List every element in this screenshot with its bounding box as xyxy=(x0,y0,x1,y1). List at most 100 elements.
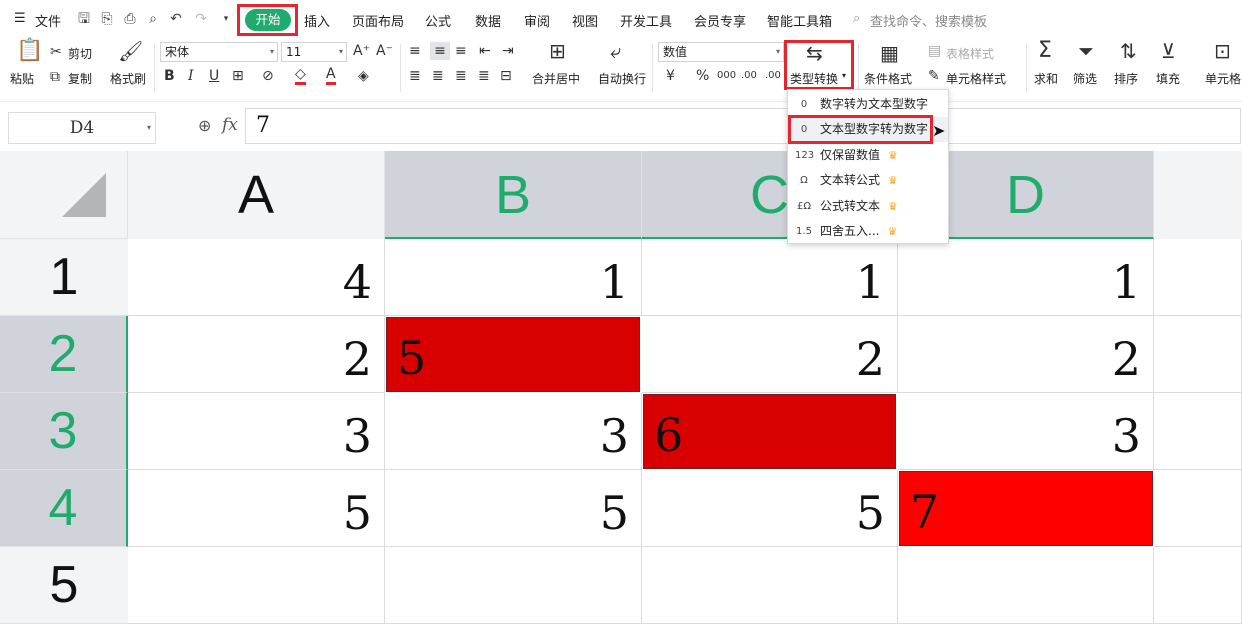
print-preview-icon[interactable]: ⌕ xyxy=(145,11,161,27)
search-command-input[interactable]: 查找命令、搜索模板 xyxy=(870,11,987,30)
formula-input[interactable]: 7 xyxy=(245,108,1241,144)
cell-a3[interactable]: 3 xyxy=(128,393,385,470)
menu-item-number-to-text[interactable]: 0 数字转为文本型数字 xyxy=(788,92,948,117)
sort-icon[interactable]: ⇅ xyxy=(1120,41,1137,61)
bold-icon[interactable]: B xyxy=(164,67,175,85)
font-name-select[interactable]: 宋体 ▾ xyxy=(160,42,278,62)
scissors-icon[interactable]: ✂ xyxy=(50,43,62,61)
wrap-text-button[interactable]: 自动换行 xyxy=(598,70,646,87)
tab-view[interactable]: 视图 xyxy=(572,11,598,30)
tab-insert[interactable]: 插入 xyxy=(304,11,330,30)
tab-data[interactable]: 数据 xyxy=(475,11,501,30)
zoom-icon[interactable]: ⊕ xyxy=(198,116,211,135)
filter-icon[interactable]: ⏷ xyxy=(1078,41,1094,61)
column-header-a[interactable]: A xyxy=(128,151,385,239)
cell-b4[interactable]: 5 xyxy=(385,470,642,547)
tab-page-layout[interactable]: 页面布局 xyxy=(352,11,404,30)
wrap-text-icon[interactable]: ⤶ xyxy=(610,41,621,61)
row-header-1[interactable]: 1 xyxy=(0,239,128,316)
align-left-icon[interactable]: ≣ xyxy=(409,67,421,85)
search-icon[interactable]: ⌕ xyxy=(853,11,860,26)
cell-e1[interactable] xyxy=(1154,239,1242,316)
sort-button[interactable]: 排序 xyxy=(1114,70,1138,87)
font-size-select[interactable]: 11 ▾ xyxy=(281,42,347,62)
decrease-font-icon[interactable]: A⁻ xyxy=(376,42,393,60)
cell-d4[interactable]: 7 xyxy=(899,471,1153,546)
save-icon[interactable]: 🖫 xyxy=(76,11,92,27)
print-icon[interactable]: ⎙ xyxy=(122,11,138,27)
tab-developer[interactable]: 开发工具 xyxy=(620,11,672,30)
merge-center-button[interactable]: 合并居中 xyxy=(532,70,580,87)
cell-a4[interactable]: 5 xyxy=(128,470,385,547)
type-convert-icon[interactable]: ⇆ xyxy=(806,43,823,63)
cell-d2[interactable]: 2 xyxy=(898,316,1154,393)
conditional-format-icon[interactable]: ▦ xyxy=(880,43,899,63)
indent-decrease-icon[interactable]: ⇤ xyxy=(479,42,491,60)
thousands-button[interactable]: 000 xyxy=(717,67,736,85)
cell-b1[interactable]: 1 xyxy=(385,239,642,316)
align-middle-icon[interactable]: ≡ xyxy=(430,42,450,60)
row-header-4[interactable]: 4 xyxy=(0,470,128,547)
cell-style-icon[interactable]: ✎ xyxy=(928,67,940,85)
tab-home[interactable]: 开始 xyxy=(245,9,291,31)
underline-icon[interactable]: U xyxy=(209,67,219,85)
cell-c1[interactable]: 1 xyxy=(642,239,898,316)
file-menu[interactable]: 文件 xyxy=(35,11,61,30)
eraser-icon[interactable]: ◈ xyxy=(358,67,369,85)
indent-increase-icon[interactable]: ⇥ xyxy=(502,42,514,60)
border-icon[interactable]: ⊞ xyxy=(232,67,244,85)
cell-e3[interactable] xyxy=(1154,393,1242,470)
cell-style-button[interactable]: 单元格样式 xyxy=(946,70,1006,87)
cell-c5[interactable] xyxy=(642,547,898,624)
tab-review[interactable]: 审阅 xyxy=(524,11,550,30)
cell-b2[interactable]: 5 xyxy=(386,317,640,392)
menu-item-round[interactable]: 1.5 四舍五入... ♛ xyxy=(788,219,948,244)
cell-b5[interactable] xyxy=(385,547,642,624)
paste-icon[interactable]: 📋 xyxy=(16,40,43,62)
menu-item-text-to-formula[interactable]: Ω 文本转公式 ♛ xyxy=(788,168,948,193)
quick-access-dropdown-icon[interactable]: ▾ xyxy=(218,11,234,27)
tab-formulas[interactable]: 公式 xyxy=(425,11,451,30)
cell-c3[interactable]: 6 xyxy=(643,394,896,469)
conditional-format-button[interactable]: 条件格式 xyxy=(864,70,912,87)
paste-button[interactable]: 粘贴 xyxy=(10,70,34,87)
format-painter-button[interactable]: 格式刷 xyxy=(110,70,146,87)
cell-e4[interactable] xyxy=(1154,470,1242,547)
cell-button[interactable]: 单元格 xyxy=(1205,70,1241,87)
filter-button[interactable]: 筛选 xyxy=(1073,70,1097,87)
fill-color-icon[interactable]: ◇ xyxy=(295,67,306,85)
chevron-down-icon[interactable]: ▾ xyxy=(842,71,846,80)
row-header-5[interactable]: 5 xyxy=(0,547,128,624)
decrease-decimal-button[interactable]: .00 xyxy=(765,67,781,85)
format-painter-icon[interactable]: 🖌 xyxy=(118,41,143,61)
justify-icon[interactable]: ≣ xyxy=(478,67,490,85)
cell-b3[interactable]: 3 xyxy=(385,393,642,470)
column-header-b[interactable]: B xyxy=(385,151,642,239)
cell-a5[interactable] xyxy=(128,547,385,624)
undo-icon[interactable]: ↶ xyxy=(168,11,184,27)
fill-icon[interactable]: ⊻ xyxy=(1161,41,1176,61)
distribute-icon[interactable]: ⊟ xyxy=(500,67,512,85)
name-box[interactable]: D4 ▾ xyxy=(8,112,156,144)
cell-c2[interactable]: 2 xyxy=(642,316,898,393)
increase-font-icon[interactable]: A⁺ xyxy=(353,42,370,60)
italic-icon[interactable]: I xyxy=(188,67,194,85)
font-color-icon[interactable]: A xyxy=(326,67,336,85)
export-pdf-icon[interactable]: ⎘ xyxy=(99,11,115,27)
align-center-icon[interactable]: ≣ xyxy=(432,67,444,85)
tab-smart-toolbox[interactable]: 智能工具箱 xyxy=(767,11,832,30)
increase-decimal-button[interactable]: .00 xyxy=(741,67,757,85)
percent-button[interactable]: % xyxy=(696,67,709,85)
menu-item-formula-to-text[interactable]: £Ω 公式转文本 ♛ xyxy=(788,194,948,219)
row-header-3[interactable]: 3 xyxy=(0,393,128,470)
fx-icon[interactable]: fx xyxy=(222,115,238,135)
fill-button[interactable]: 填充 xyxy=(1156,70,1180,87)
tab-member[interactable]: 会员专享 xyxy=(694,11,746,30)
sum-icon[interactable]: Σ xyxy=(1038,40,1052,62)
table-style-button[interactable]: 表格样式 xyxy=(946,45,994,62)
align-right-icon[interactable]: ≣ xyxy=(455,67,467,85)
cut-button[interactable]: 剪切 xyxy=(68,45,92,62)
cell-d1[interactable]: 1 xyxy=(898,239,1154,316)
copy-button[interactable]: 复制 xyxy=(68,70,92,87)
cell-d5[interactable] xyxy=(898,547,1154,624)
